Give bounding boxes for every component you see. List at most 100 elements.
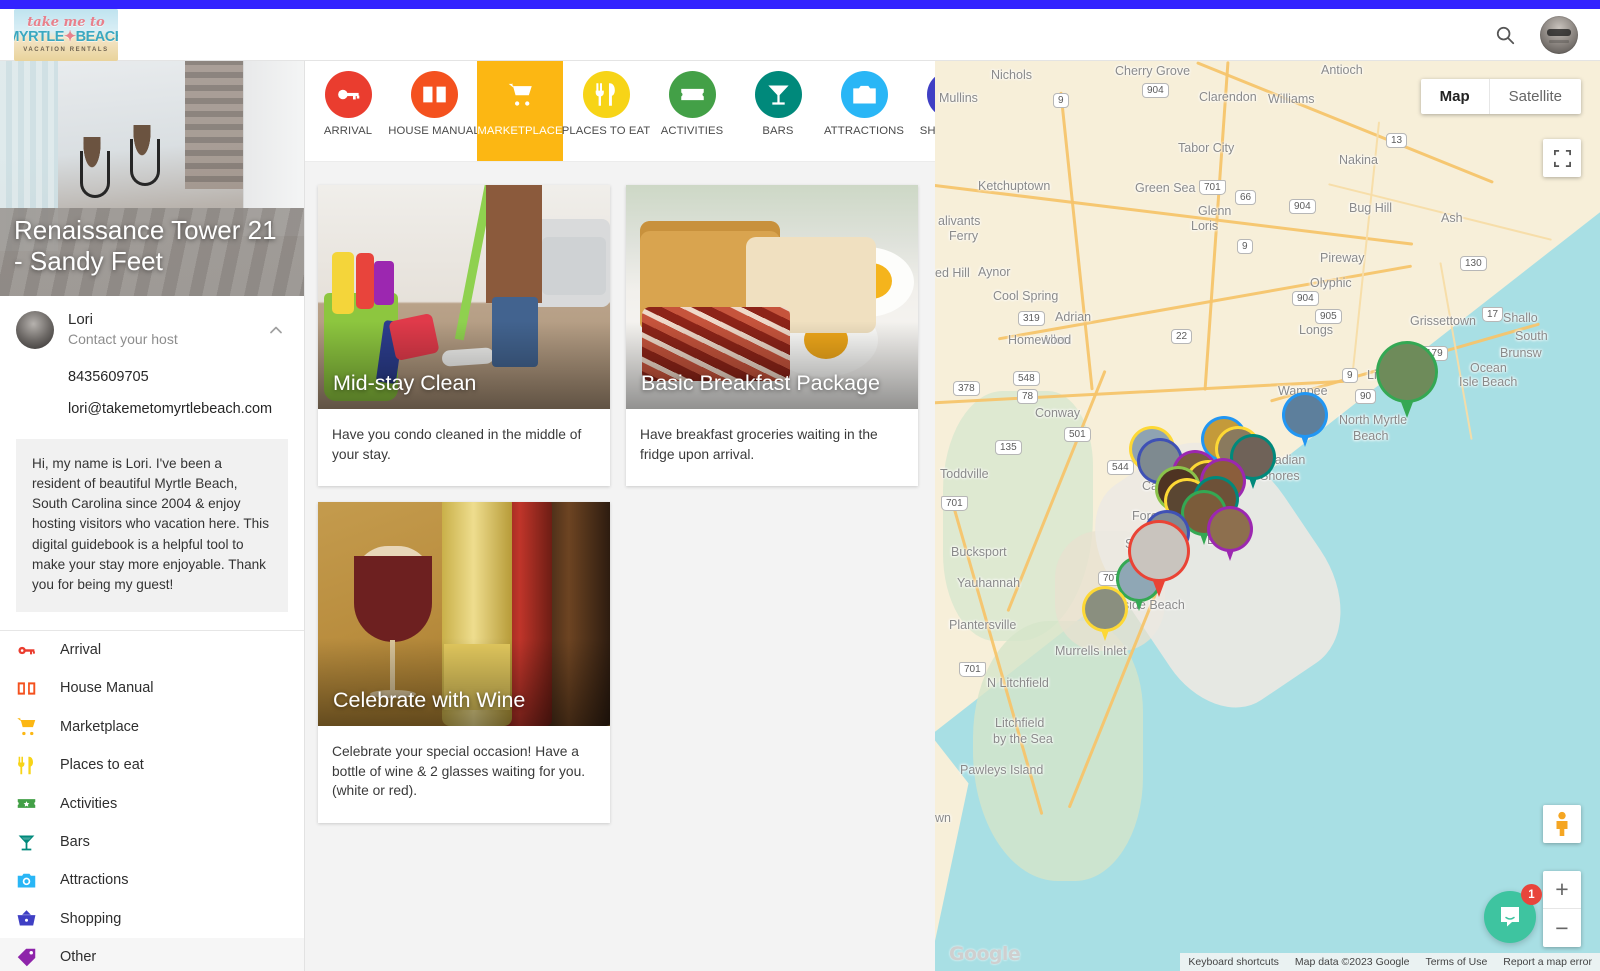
tab-marketplace[interactable]: MARKETPLACE bbox=[477, 61, 563, 162]
avatar[interactable] bbox=[1540, 16, 1578, 54]
marketplace-card[interactable]: Celebrate with WineCelebrate your specia… bbox=[318, 502, 610, 823]
map-route-shield: 701 bbox=[941, 496, 968, 511]
category-tabbar: ARRIVAL HOUSE MANUALMARKETPLACEPLACES TO … bbox=[305, 61, 935, 162]
hero-stone-wall bbox=[185, 61, 243, 189]
sidebar-item-shopping[interactable]: Shopping bbox=[0, 900, 304, 938]
sidebar-item-places-to-eat[interactable]: Places to eat bbox=[0, 746, 304, 784]
map-route-shield: 22 bbox=[1171, 329, 1192, 344]
report-map-error-link[interactable]: Report a map error bbox=[1495, 956, 1600, 968]
sidebar-item-label: Bars bbox=[60, 834, 90, 850]
left-sidebar: Renaissance Tower 21 - Sandy Feet Lori C… bbox=[0, 61, 305, 971]
host-summary-row[interactable]: Lori Contact your host bbox=[0, 296, 304, 361]
map-panel[interactable]: NicholsCherry GroveAntiochMullinsClarend… bbox=[935, 61, 1600, 971]
host-bio: Hi, my name is Lori. I've been a residen… bbox=[16, 439, 288, 612]
map-place-label: Antioch bbox=[1321, 63, 1363, 77]
map-route-shield: 9 bbox=[1237, 239, 1253, 254]
marketplace-card-image: Mid-stay Clean bbox=[318, 185, 610, 409]
sidebar-item-activities[interactable]: Activities bbox=[0, 784, 304, 822]
marketplace-card[interactable]: Mid-stay CleanHave you condo cleaned in … bbox=[318, 185, 610, 486]
marketplace-card-title: Basic Breakfast Package bbox=[641, 371, 908, 397]
host-phone[interactable]: 8435609705 bbox=[0, 361, 304, 393]
tab-shopping[interactable]: SHOPPING bbox=[907, 61, 935, 162]
tag-icon bbox=[14, 945, 38, 969]
ticket-icon bbox=[14, 792, 38, 816]
pin-thumbnail bbox=[1085, 589, 1125, 629]
map-route-shield: 90 bbox=[1355, 389, 1376, 404]
brand-logo[interactable]: take me to MYRTLE✦BEACH VACATION RENTALS bbox=[14, 9, 118, 61]
pin-thumbnail bbox=[1379, 344, 1435, 400]
map-type-control: Map Satellite bbox=[1421, 79, 1581, 114]
property-hero-image: Renaissance Tower 21 - Sandy Feet bbox=[0, 61, 305, 296]
map-marker-pin[interactable] bbox=[1210, 509, 1250, 563]
host-email[interactable]: lori@takemetomyrtlebeach.com bbox=[0, 393, 304, 425]
map-marker-pin[interactable] bbox=[1379, 344, 1435, 418]
zoom-in-button[interactable]: + bbox=[1543, 871, 1581, 909]
map-route-shield: 13 bbox=[1386, 133, 1407, 148]
keyboard-shortcuts-link[interactable]: Keyboard shortcuts bbox=[1180, 956, 1286, 968]
page-title: Renaissance Tower 21 - Sandy Feet bbox=[14, 215, 289, 278]
map-route-shield: 130 bbox=[1460, 256, 1487, 271]
map-marker-pin[interactable] bbox=[1131, 523, 1187, 597]
sidebar-item-label: Places to eat bbox=[60, 757, 144, 773]
tab-attractions[interactable]: ATTRACTIONS bbox=[821, 61, 907, 162]
map-place-label: Aynor bbox=[978, 265, 1010, 279]
top-accent-bar bbox=[0, 0, 1600, 9]
sidebar-item-arrival[interactable]: Arrival bbox=[0, 631, 304, 669]
chevron-up-icon[interactable] bbox=[266, 320, 286, 340]
street-view-pegman-icon[interactable] bbox=[1543, 805, 1581, 843]
map-road bbox=[935, 179, 1413, 245]
map-type-satellite[interactable]: Satellite bbox=[1490, 79, 1581, 114]
map-place-label: Mullins bbox=[939, 91, 978, 105]
pin-thumbnail bbox=[1285, 395, 1325, 435]
terms-of-use-link[interactable]: Terms of Use bbox=[1417, 956, 1495, 968]
hero-stool bbox=[72, 137, 112, 199]
brand-line-2: MYRTLE✦BEACH bbox=[14, 30, 118, 45]
map-type-map[interactable]: Map bbox=[1421, 79, 1490, 114]
sidebar-item-attractions[interactable]: Attractions bbox=[0, 861, 304, 899]
hero-stool bbox=[122, 125, 162, 187]
pin-thumbnail bbox=[1131, 523, 1187, 579]
map-place-label: Nichols bbox=[991, 68, 1032, 82]
tab-activities[interactable]: ACTIVITIES bbox=[649, 61, 735, 162]
map-route-shield: 904 bbox=[1289, 199, 1316, 214]
cart-icon bbox=[14, 715, 38, 739]
map-place-label: alivants bbox=[938, 214, 980, 228]
map-route-shield: 9 bbox=[1342, 368, 1358, 383]
fullscreen-icon[interactable] bbox=[1543, 139, 1581, 177]
map-data-credit: Map data ©2023 Google bbox=[1287, 956, 1418, 968]
marketplace-card-image: Celebrate with Wine bbox=[318, 502, 610, 726]
sidebar-item-house-manual[interactable]: House Manual bbox=[0, 669, 304, 707]
map-attribution-bar: Keyboard shortcuts Map data ©2023 Google… bbox=[1180, 953, 1600, 971]
sidebar-item-marketplace[interactable]: Marketplace bbox=[0, 708, 304, 746]
map-road bbox=[998, 265, 1412, 341]
map-route-shield: 544 bbox=[1107, 460, 1134, 475]
cocktail-icon bbox=[14, 830, 38, 854]
marketplace-card[interactable]: Basic Breakfast PackageHave breakfast gr… bbox=[626, 185, 918, 486]
google-logo: Google bbox=[949, 943, 1020, 965]
book-icon bbox=[411, 71, 458, 118]
map-marker-pin[interactable] bbox=[1285, 395, 1325, 449]
chat-unread-badge: 1 bbox=[1521, 884, 1542, 905]
map-road bbox=[1328, 183, 1552, 241]
sidebar-item-bars[interactable]: Bars bbox=[0, 823, 304, 861]
camera-icon bbox=[14, 868, 38, 892]
tab-bars[interactable]: BARS bbox=[735, 61, 821, 162]
tab-places-to-eat[interactable]: PLACES TO EAT bbox=[563, 61, 649, 162]
tab-arrival[interactable]: ARRIVAL bbox=[305, 61, 391, 162]
guidebook-app: take me to MYRTLE✦BEACH VACATION RENTALS… bbox=[0, 0, 1600, 971]
map-route-shield: 501 bbox=[1064, 427, 1091, 442]
key-icon bbox=[14, 638, 38, 662]
map-route-shield: 17 bbox=[1482, 307, 1503, 322]
sidebar-item-label: Activities bbox=[60, 796, 117, 812]
tab-label: ATTRACTIONS bbox=[824, 125, 904, 138]
tab-label: ARRIVAL bbox=[324, 125, 372, 138]
zoom-out-button[interactable]: − bbox=[1543, 909, 1581, 947]
sidebar-item-label: Arrival bbox=[60, 642, 101, 658]
search-icon[interactable] bbox=[1492, 22, 1518, 48]
tab-house-manual[interactable]: HOUSE MANUAL bbox=[391, 61, 477, 162]
map-zoom-control: + − bbox=[1543, 871, 1581, 947]
map-marker-pin[interactable] bbox=[1085, 589, 1125, 643]
map-place-label: Allen bbox=[1042, 333, 1070, 347]
sidebar-item-other[interactable]: Other bbox=[0, 938, 304, 971]
book-icon bbox=[14, 676, 38, 700]
